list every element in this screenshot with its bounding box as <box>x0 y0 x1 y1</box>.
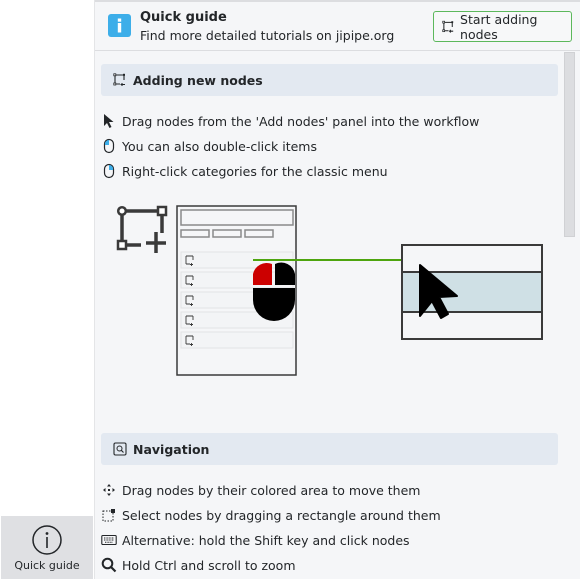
cursor-icon <box>104 114 114 128</box>
page-subtitle: Find more detailed tutorials on jipipe.o… <box>140 28 395 43</box>
add-nodes-illustration <box>116 205 543 376</box>
item-text: Drag nodes by their colored area to move… <box>122 482 421 498</box>
list-item: Drag nodes from the 'Add nodes' panel in… <box>101 113 479 129</box>
zoom-frame-icon <box>113 442 127 456</box>
section-header-adding-nodes: Adding new nodes <box>101 64 558 96</box>
list-item: Hold Ctrl and scroll to zoom <box>101 557 296 573</box>
start-adding-nodes-label: Start adding nodes <box>460 11 538 42</box>
sidebar-item-quick-guide[interactable]: Quick guide <box>1 516 93 579</box>
list-item: Select nodes by dragging a rectangle aro… <box>101 507 441 523</box>
info-circle-icon <box>32 525 62 555</box>
select-rectangle-icon <box>102 509 115 522</box>
list-item: Alternative: hold the Shift key and clic… <box>101 532 410 548</box>
move-icon <box>103 484 115 496</box>
add-node-icon <box>113 73 125 86</box>
list-item: You can also double-click items <box>101 138 317 154</box>
start-adding-nodes-button[interactable]: Start adding nodes <box>433 11 572 42</box>
section-title: Navigation <box>133 441 210 457</box>
section-header-navigation: Navigation <box>101 433 558 465</box>
item-text: Right-click categories for the classic m… <box>122 163 388 179</box>
item-text: You can also double-click items <box>122 138 317 154</box>
panel-header: Quick guide Find more detailed tutorials… <box>95 2 580 51</box>
list-item: Drag nodes by their colored area to move… <box>101 482 420 498</box>
list-item: Right-click categories for the classic m… <box>101 163 388 179</box>
mouse-right-icon <box>103 163 115 179</box>
info-icon <box>108 14 131 37</box>
section-title: Adding new nodes <box>133 72 263 88</box>
magnifier-icon <box>101 557 117 573</box>
item-text: Hold Ctrl and scroll to zoom <box>122 557 296 573</box>
add-node-icon <box>442 20 454 33</box>
keyboard-icon <box>101 534 117 546</box>
sidebar: Quick guide <box>0 0 94 579</box>
item-text: Drag nodes from the 'Add nodes' panel in… <box>122 113 480 129</box>
mouse-left-icon <box>103 138 115 154</box>
page-title: Quick guide <box>140 10 227 25</box>
item-text: Select nodes by dragging a rectangle aro… <box>122 507 441 523</box>
item-text: Alternative: hold the Shift key and clic… <box>122 532 410 548</box>
scrollbar-thumb[interactable] <box>564 52 575 237</box>
add-node-large-icon <box>116 205 168 253</box>
quick-guide-panel: Quick guide Find more detailed tutorials… <box>94 0 580 579</box>
sidebar-item-label: Quick guide <box>14 559 80 572</box>
